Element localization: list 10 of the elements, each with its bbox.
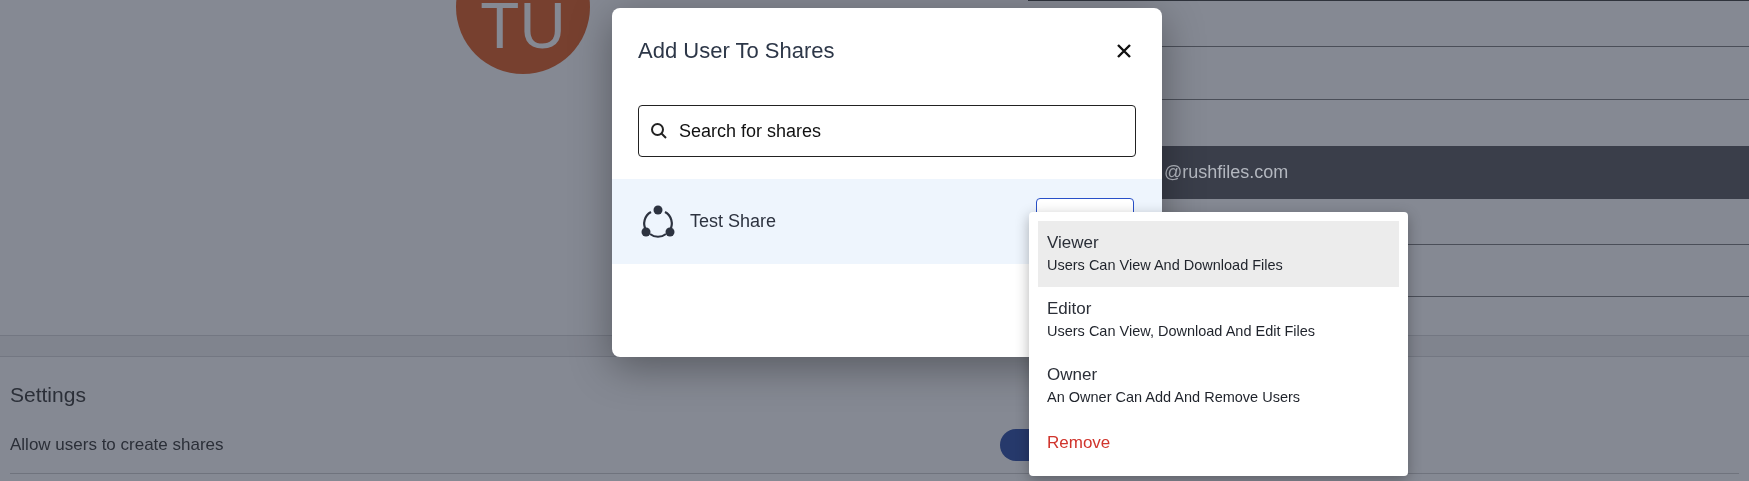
- avatar-initials: TU: [480, 0, 566, 52]
- role-title: Editor: [1047, 298, 1093, 320]
- role-title: Owner: [1047, 364, 1099, 386]
- role-description: Users Can View, Download And Edit Files: [1047, 322, 1317, 341]
- role-description: An Owner Can Add And Remove Users: [1047, 388, 1302, 407]
- settings-heading: Settings: [10, 382, 86, 408]
- dialog-title: Add User To Shares: [638, 37, 835, 65]
- role-title: Viewer: [1047, 232, 1100, 254]
- setting-label: Allow users to create shares: [10, 433, 225, 456]
- share-name: Test Share: [690, 210, 777, 233]
